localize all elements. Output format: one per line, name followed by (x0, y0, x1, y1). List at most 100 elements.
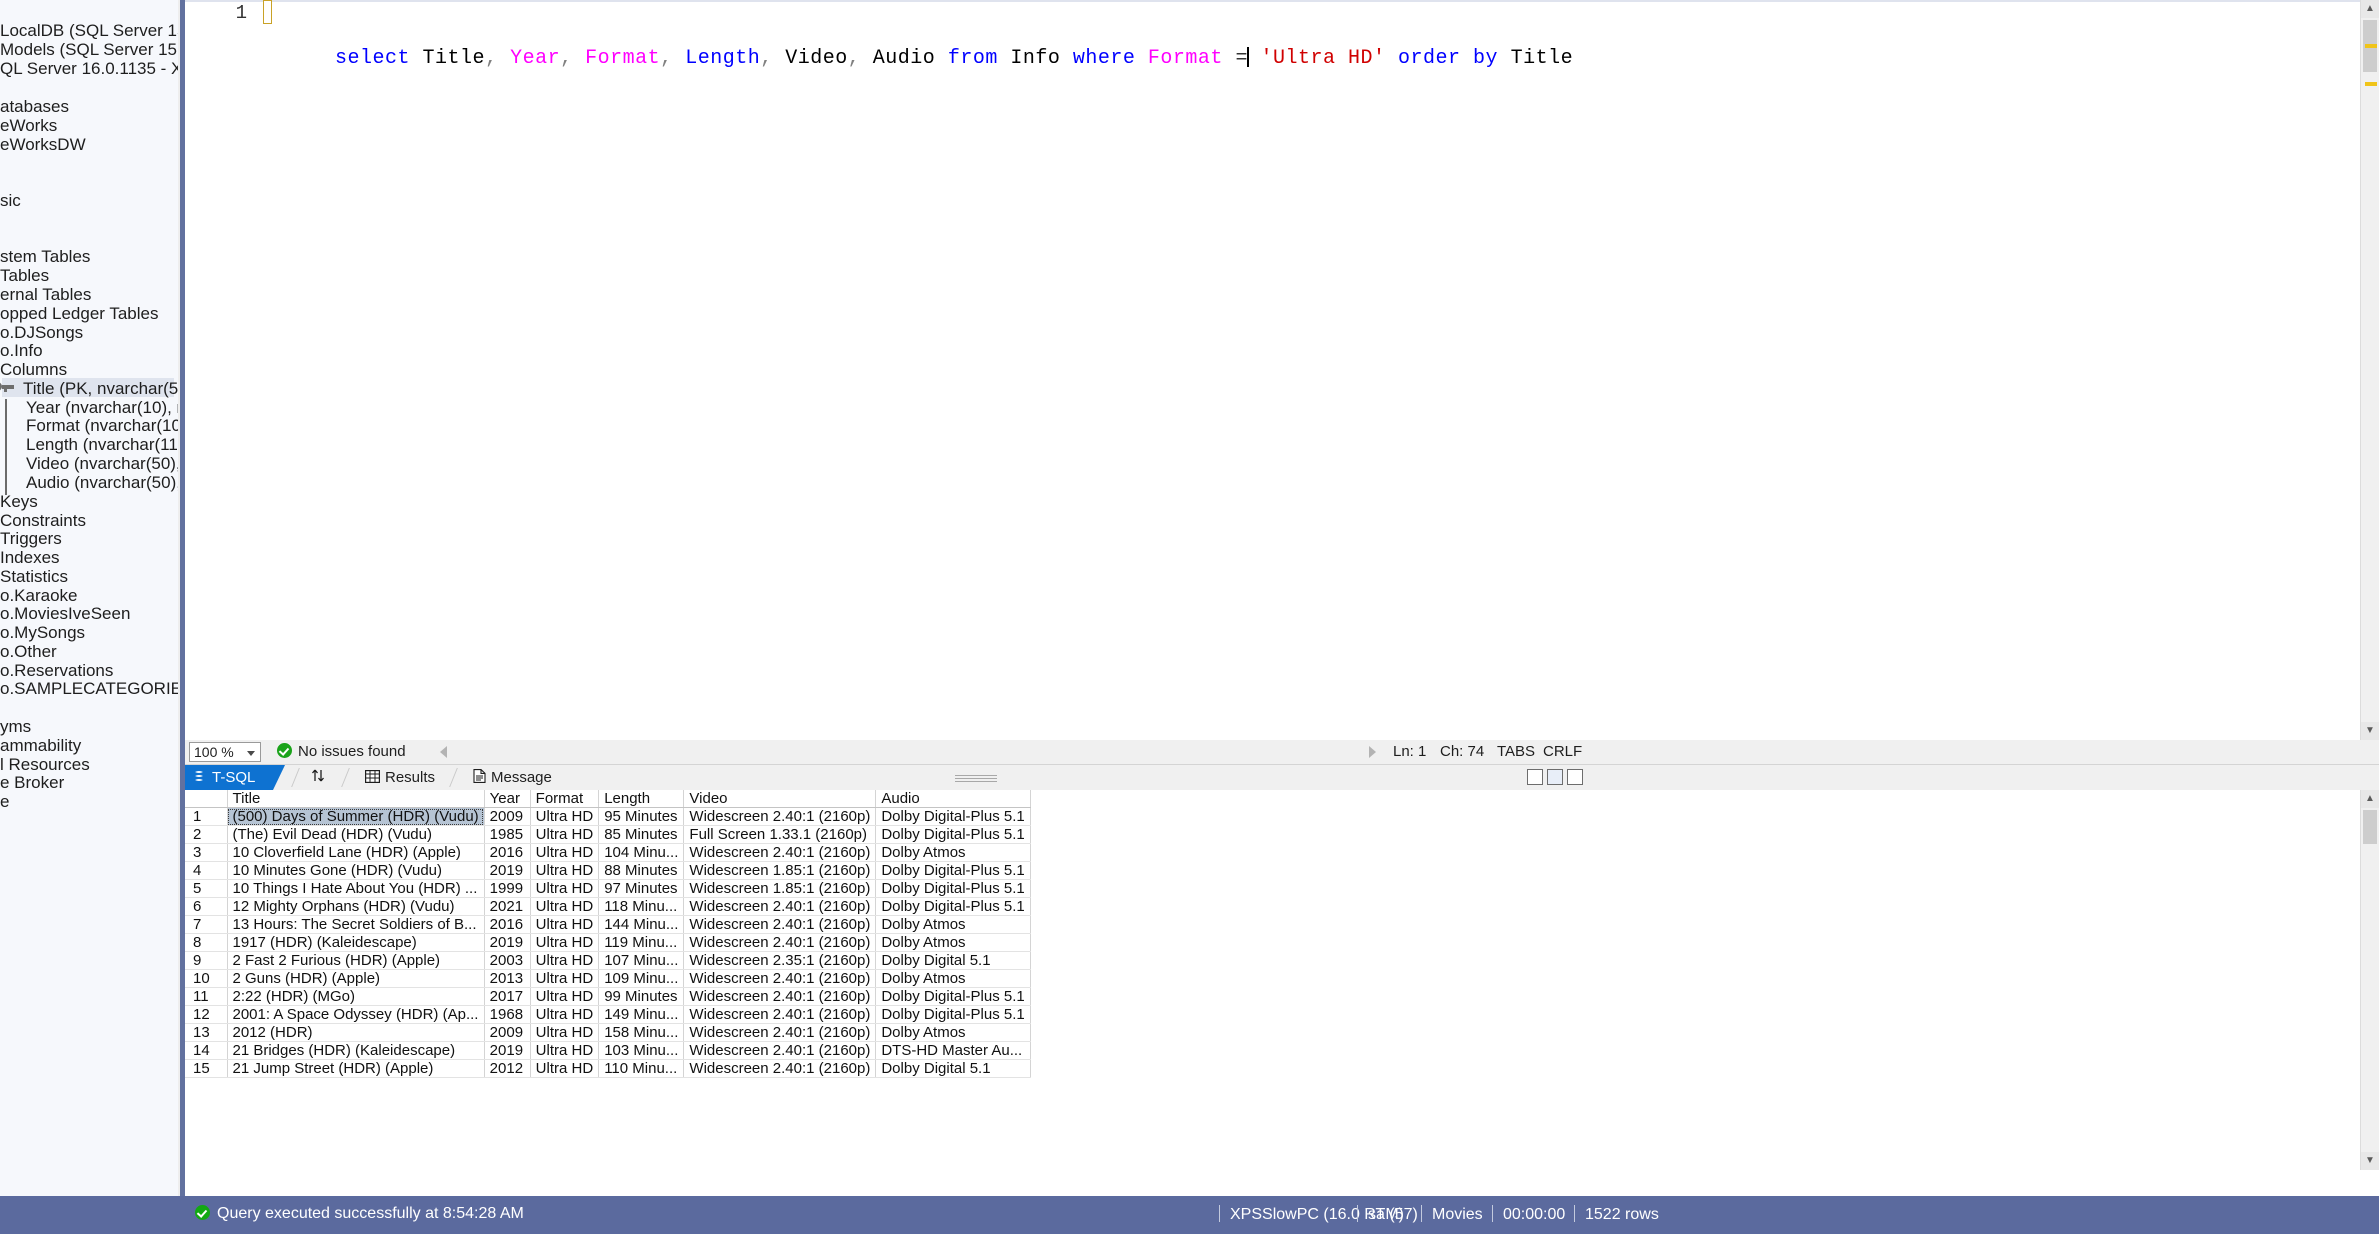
tree-item[interactable]: Constraints (0, 510, 86, 530)
cell-audio[interactable]: Dolby Atmos (875, 933, 1031, 952)
table-row[interactable]: 3 10 Cloverfield Lane (HDR) (Apple) 2016 Ul… (185, 843, 1031, 862)
tree-item[interactable]: ernal Tables (0, 284, 91, 304)
cell-year[interactable]: 2019 (484, 1041, 531, 1060)
cell-year[interactable]: 2016 (484, 843, 531, 862)
cell-year[interactable]: 2012 (484, 1059, 531, 1078)
cell-audio[interactable]: Dolby Digital-Plus 5.1 (875, 987, 1031, 1006)
cell-rownum[interactable]: 10 (185, 969, 228, 988)
cell-video[interactable]: Widescreen 2.40:1 (2160p) (683, 987, 877, 1006)
cell-title[interactable]: 21 Bridges (HDR) (Kaleidescape) (227, 1041, 485, 1060)
table-row[interactable]: 12 2001: A Space Odyssey (HDR) (Ap... 1968… (185, 1005, 1031, 1024)
cell-format[interactable]: Ultra HD (530, 861, 600, 880)
cell-year[interactable]: 2013 (484, 969, 531, 988)
tree-item[interactable]: o.Info (0, 340, 43, 360)
results-tab-bar[interactable]: T-SQL Results Message (185, 765, 2379, 791)
cell-rownum[interactable]: 1 (185, 807, 228, 826)
table-row[interactable]: 2 (The) Evil Dead (HDR) (Vudu) 1985 Ultra H… (185, 825, 1031, 844)
cell-video[interactable]: Widescreen 2.40:1 (2160p) (683, 933, 877, 952)
cell-rownum[interactable]: 2 (185, 825, 228, 844)
tab-message[interactable]: Message (465, 765, 565, 790)
cell-rownum[interactable]: 3 (185, 843, 228, 862)
cell-title[interactable]: 2012 (HDR) (227, 1023, 485, 1042)
results-grid[interactable]: Title Year Format Length Video Audio 1 (5… (185, 790, 2379, 1170)
cell-audio[interactable]: Dolby Digital-Plus 5.1 (875, 861, 1031, 880)
tab-results[interactable]: Results (357, 765, 447, 790)
table-row[interactable]: 11 2:22 (HDR) (MGo) 2017 Ultra HD 99 Minutes… (185, 987, 1031, 1006)
table-row[interactable]: 13 2012 (HDR) 2009 Ultra HD 158 Minu... Wides… (185, 1023, 1031, 1042)
cell-audio[interactable]: Dolby Atmos (875, 843, 1031, 862)
cell-video[interactable]: Widescreen 2.40:1 (2160p) (683, 843, 877, 862)
split-vertical-button[interactable] (1527, 769, 1543, 785)
col-header-format[interactable]: Format (530, 790, 600, 808)
cell-length[interactable]: 97 Minutes (598, 879, 685, 898)
cell-title[interactable]: 12 Mighty Orphans (HDR) (Vudu) (227, 897, 485, 916)
results-scroll-thumb[interactable] (2363, 810, 2377, 844)
tree-item[interactable]: l Resources (0, 754, 90, 774)
cell-rownum[interactable]: 8 (185, 933, 228, 952)
cell-format[interactable]: Ultra HD (530, 825, 600, 844)
cell-format[interactable]: Ultra HD (530, 879, 600, 898)
cell-video[interactable]: Widescreen 2.40:1 (2160p) (683, 1041, 877, 1060)
cell-format[interactable]: Ultra HD (530, 915, 600, 934)
cell-length[interactable]: 109 Minu... (598, 969, 685, 988)
cell-rownum[interactable]: 5 (185, 879, 228, 898)
cell-title[interactable]: 10 Things I Hate About You (HDR) ... (227, 879, 485, 898)
tab-tsql[interactable]: T-SQL (185, 765, 285, 790)
cell-length[interactable]: 107 Minu... (598, 951, 685, 970)
maximize-pane-button[interactable] (1567, 769, 1583, 785)
cell-title[interactable]: 1917 (HDR) (Kaleidescape) (227, 933, 485, 952)
sql-query-text[interactable]: select Title, Year, Format, Length, Vide… (285, 0, 1573, 71)
cell-audio[interactable]: Dolby Digital 5.1 (875, 1059, 1031, 1078)
cell-length[interactable]: 88 Minutes (598, 861, 685, 880)
tree-item[interactable]: Keys (0, 491, 38, 511)
tree-item[interactable]: sic (0, 190, 21, 210)
cell-format[interactable]: Ultra HD (530, 987, 600, 1006)
cell-title[interactable]: 2:22 (HDR) (MGo) (227, 987, 485, 1006)
cell-title[interactable]: 10 Cloverfield Lane (HDR) (Apple) (227, 843, 485, 862)
cell-rownum[interactable]: 12 (185, 1005, 228, 1024)
cell-audio[interactable]: Dolby Digital-Plus 5.1 (875, 825, 1031, 844)
cell-format[interactable]: Ultra HD (530, 951, 600, 970)
cell-year[interactable]: 2019 (484, 861, 531, 880)
cell-audio[interactable]: Dolby Atmos (875, 969, 1031, 988)
cell-year[interactable]: 2021 (484, 897, 531, 916)
table-row[interactable]: 14 21 Bridges (HDR) (Kaleidescape) 2019 Ult… (185, 1041, 1031, 1060)
cell-format[interactable]: Ultra HD (530, 933, 600, 952)
table-row[interactable]: 8 1917 (HDR) (Kaleidescape) 2019 Ultra HD 11… (185, 933, 1031, 952)
cell-rownum[interactable]: 13 (185, 1023, 228, 1042)
cell-length[interactable]: 119 Minu... (598, 933, 685, 952)
cell-video[interactable]: Widescreen 2.40:1 (2160p) (683, 1023, 877, 1042)
cell-length[interactable]: 158 Minu... (598, 1023, 685, 1042)
cell-video[interactable]: Widescreen 1.85:1 (2160p) (683, 879, 877, 898)
cell-format[interactable]: Ultra HD (530, 969, 600, 988)
issues-next-arrow-icon[interactable] (1369, 746, 1376, 758)
cell-year[interactable]: 2019 (484, 933, 531, 952)
tree-item[interactable]: e Broker (0, 772, 64, 792)
tree-item[interactable]: Columns (0, 359, 67, 379)
cell-rownum[interactable]: 11 (185, 987, 228, 1006)
cell-format[interactable]: Ultra HD (530, 843, 600, 862)
cell-rownum[interactable]: 7 (185, 915, 228, 934)
tree-item[interactable]: stem Tables (0, 246, 90, 266)
cell-title[interactable]: 10 Minutes Gone (HDR) (Vudu) (227, 861, 485, 880)
tree-item[interactable]: o.SAMPLECATEGORIES (0, 678, 178, 698)
col-header-video[interactable]: Video (683, 790, 877, 808)
tab-sort[interactable] (303, 765, 339, 790)
cell-length[interactable]: 85 Minutes (598, 825, 685, 844)
tree-item[interactable]: Models (SQL Server 15.0.4382.1 - (0, 39, 178, 59)
table-row[interactable]: 4 10 Minutes Gone (HDR) (Vudu) 2019 Ultra H… (185, 861, 1031, 880)
col-header-audio[interactable]: Audio (875, 790, 1031, 808)
cell-audio[interactable]: Dolby Digital-Plus 5.1 (875, 879, 1031, 898)
cell-length[interactable]: 95 Minutes (598, 807, 685, 826)
results-vertical-scrollbar[interactable]: ▲ ▼ (2360, 790, 2379, 1170)
tree-item[interactable]: ammability (0, 735, 81, 755)
cell-format[interactable]: Ultra HD (530, 1005, 600, 1024)
col-header-length[interactable]: Length (598, 790, 685, 808)
cell-video[interactable]: Widescreen 2.40:1 (2160p) (683, 969, 877, 988)
cell-year[interactable]: 2009 (484, 1023, 531, 1042)
cell-length[interactable]: 104 Minu... (598, 843, 685, 862)
table-row[interactable]: 92 Fast 2 Furious (HDR) (Apple) 2003 Ultra… (185, 951, 1031, 970)
tree-item[interactable]: o.Reservations (0, 660, 113, 680)
cell-year[interactable]: 1999 (484, 879, 531, 898)
cell-rownum[interactable]: 15 (185, 1059, 228, 1078)
